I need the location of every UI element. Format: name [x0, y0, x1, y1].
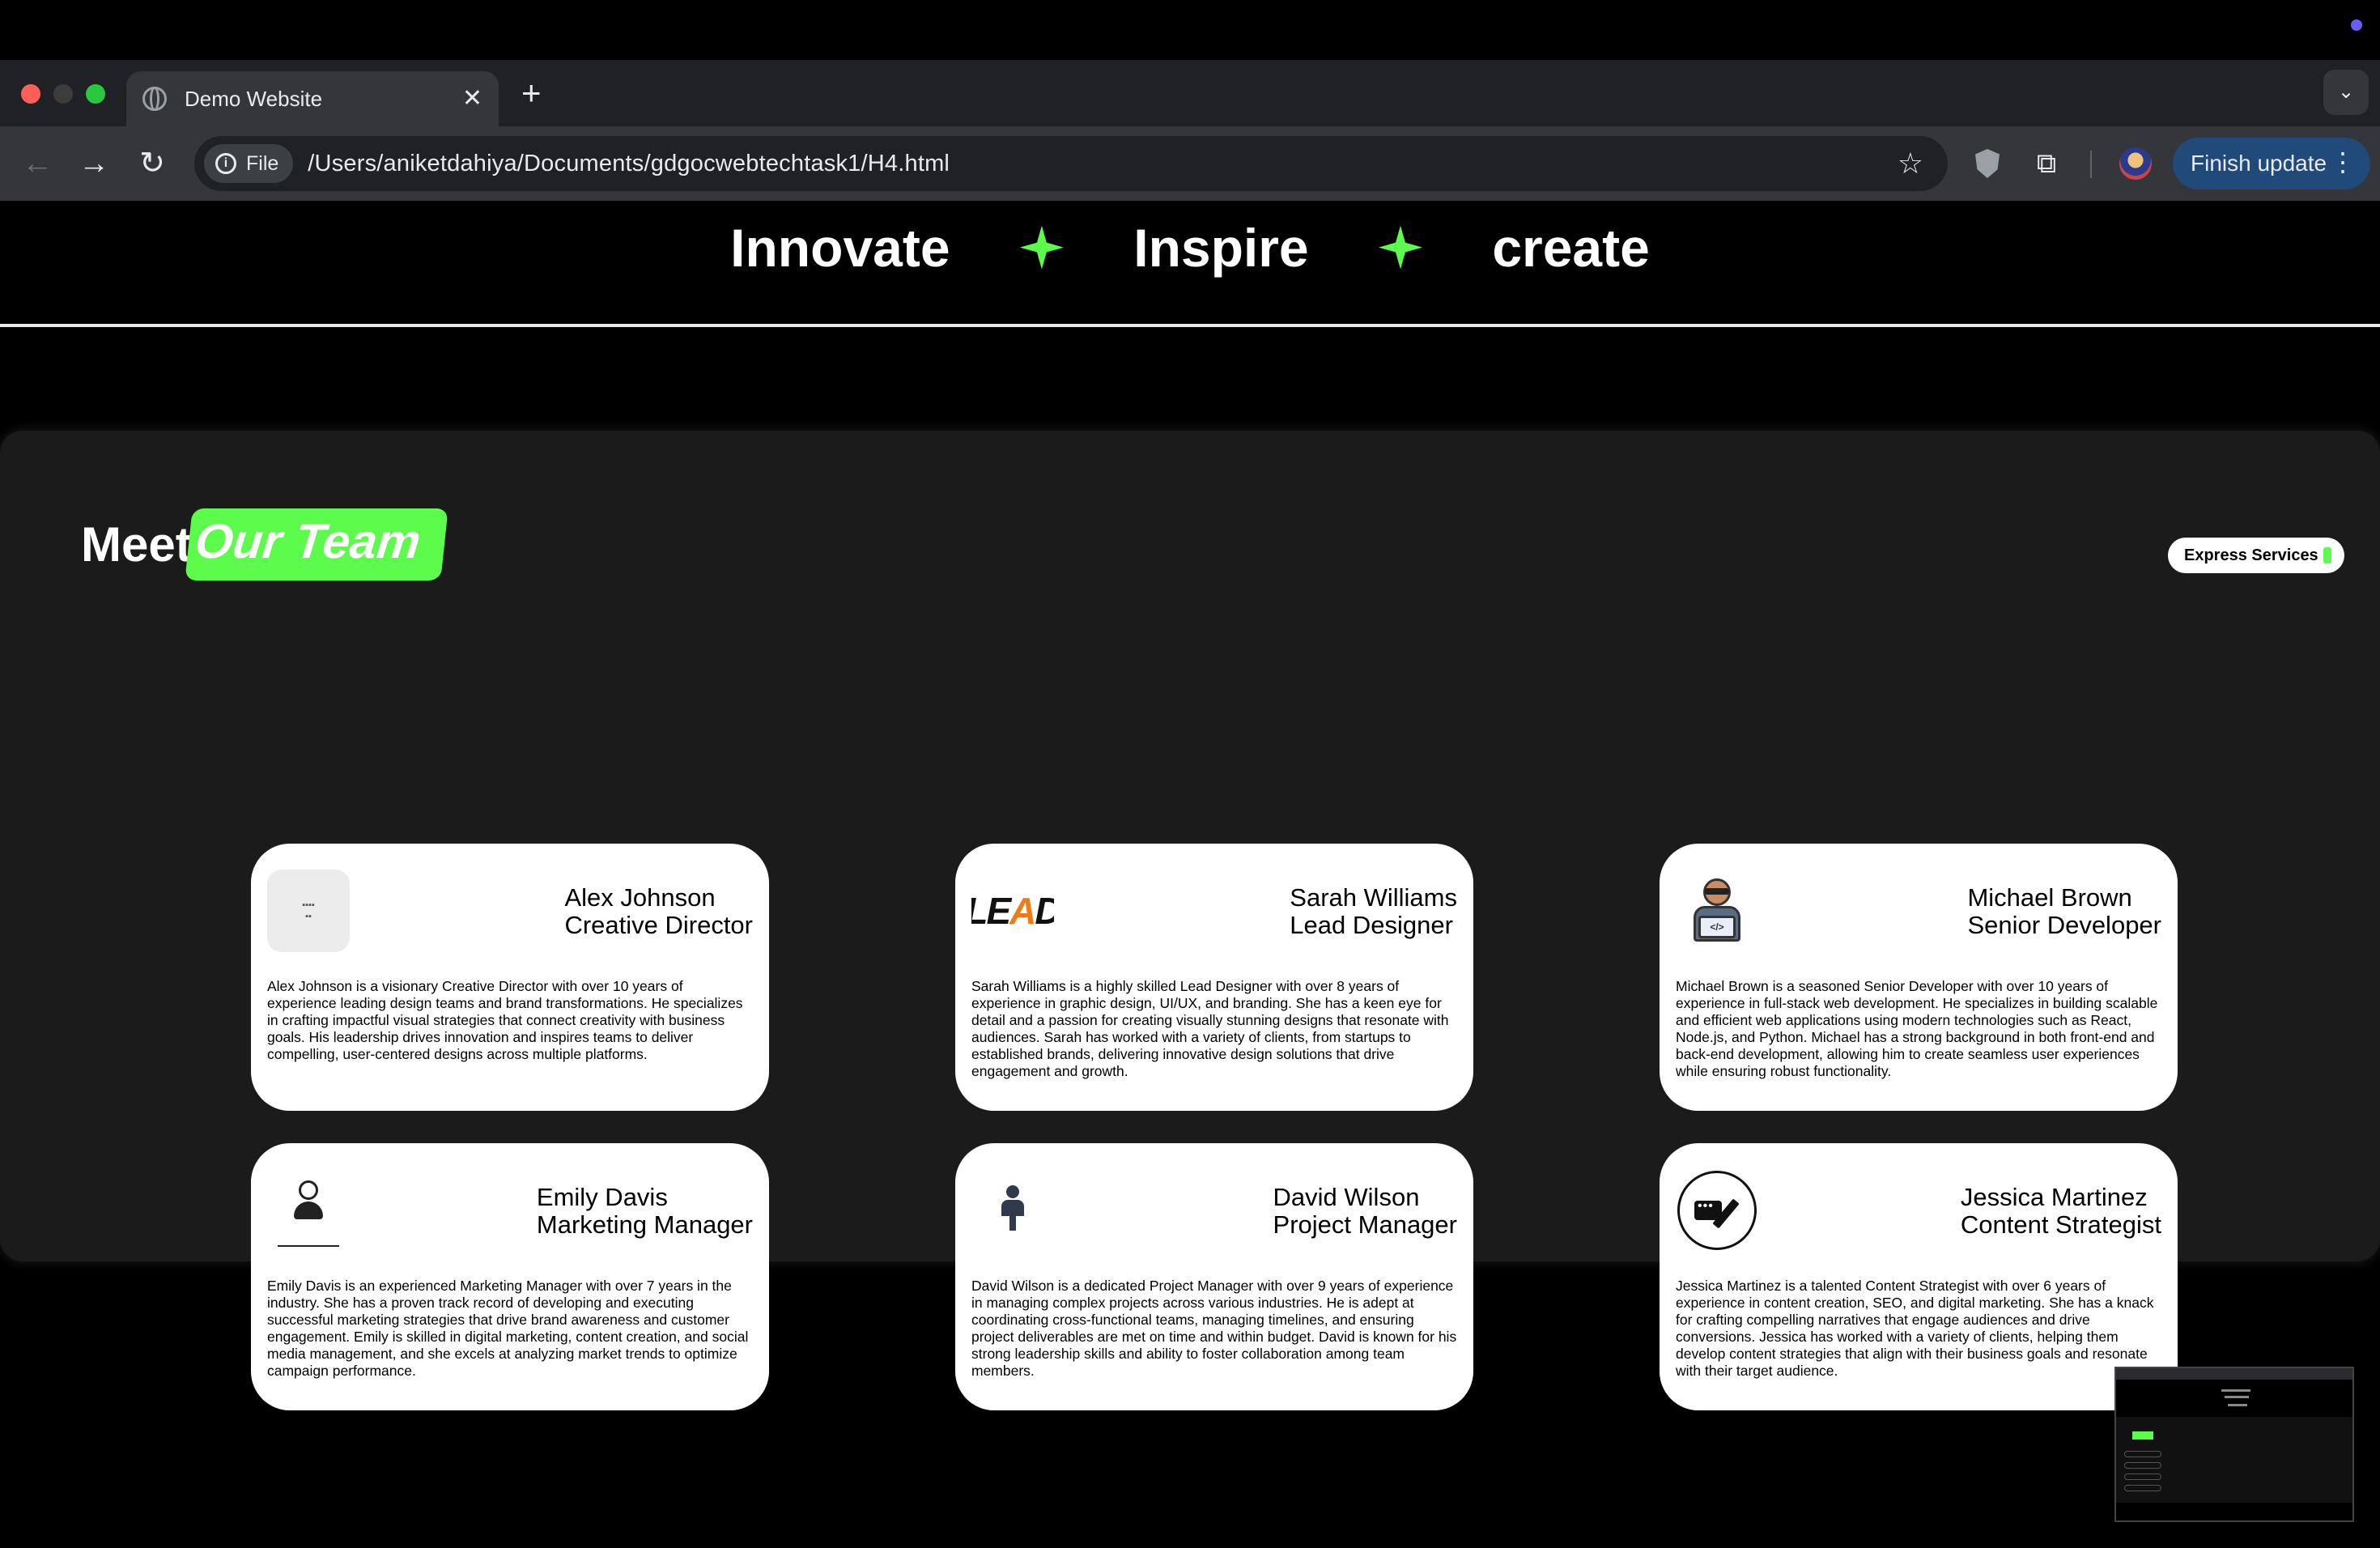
section-title: Meet Our Team	[81, 504, 448, 585]
express-services-label: Express Services	[2184, 546, 2318, 564]
team-card: David Wilson Project Manager David Wilso…	[955, 1143, 1473, 1410]
card-header: ▪▪▪▪ ▪▪ Alex Johnson Creative Director	[267, 866, 753, 980]
member-name: Michael Brown	[1967, 883, 2132, 912]
marquee-word: Innovate	[730, 217, 950, 278]
more-menu-icon[interactable]: ⋮	[2330, 146, 2356, 178]
member-role: Lead Designer	[1290, 911, 1453, 939]
reload-button[interactable]: ↻	[133, 144, 172, 183]
finish-update-label: Finish update	[2191, 151, 2327, 176]
page-content: Innovate Inspire create Meet Our Team Ex…	[0, 201, 2380, 1548]
browser-tab-bar: Demo Website ✕ + ⌄	[0, 60, 2380, 126]
star-icon[interactable]: ☆	[1898, 147, 1923, 181]
member-role: Project Manager	[1273, 1210, 1457, 1239]
member-role: Senior Developer	[1967, 911, 2161, 939]
team-card: ▪▪▪▪ ▪▪ Alex Johnson Creative Director Al…	[251, 844, 769, 1111]
tab-title: Demo Website	[185, 86, 323, 111]
info-icon: i	[215, 153, 236, 174]
lead-logo-part: D	[1035, 890, 1054, 932]
shield-icon[interactable]	[1974, 147, 2001, 180]
member-bio: Sarah Williams is a highly skilled Lead …	[971, 978, 1449, 1079]
tab-close-icon[interactable]: ✕	[462, 87, 482, 111]
team-card: Jessica Martinez Content Strategist Jess…	[1660, 1143, 2178, 1410]
marquee-banner: Innovate Inspire create	[0, 201, 2380, 327]
card-header: </> Michael Brown Senior Developer	[1676, 866, 2161, 980]
card-header: Emily Davis Marketing Manager	[267, 1166, 753, 1279]
file-chip-label: File	[246, 151, 279, 175]
team-card: LEAD Sarah Williams Lead Designer Sarah …	[955, 844, 1473, 1111]
member-name: Jessica Martinez	[1960, 1183, 2148, 1211]
lead-logo-icon: LEAD	[971, 889, 1054, 933]
title-meet: Meet	[81, 517, 192, 572]
new-tab-button[interactable]: +	[521, 76, 542, 110]
marquee-word: Inspire	[1133, 217, 1309, 278]
profile-avatar[interactable]	[2119, 147, 2152, 180]
finish-update-button[interactable]: Finish update ⋮	[2173, 138, 2370, 189]
site-info-chip[interactable]: i File	[204, 144, 294, 183]
member-role: Marketing Manager	[536, 1210, 753, 1239]
avatar	[1676, 1169, 1758, 1252]
title-our-team: Our Team	[185, 508, 448, 580]
os-top-bar	[0, 0, 2380, 60]
member-bio: Michael Brown is a seasoned Senior Devel…	[1676, 978, 2158, 1079]
member-heading: Alex Johnson Creative Director	[564, 884, 753, 939]
member-bio: David Wilson is a dedicated Project Mana…	[971, 1278, 1457, 1379]
sparkle-icon	[1378, 225, 1422, 270]
status-badge	[2323, 547, 2331, 563]
code-icon: </>	[1698, 916, 1736, 938]
sparkle-icon	[1019, 225, 1064, 270]
member-heading: David Wilson Project Manager	[1273, 1184, 1457, 1239]
express-services-button[interactable]: Express Services	[2168, 538, 2344, 573]
member-heading: Sarah Williams Lead Designer	[1290, 884, 1457, 939]
tab-demo-website[interactable]: Demo Website ✕	[126, 71, 499, 126]
member-name: Sarah Williams	[1290, 883, 1457, 912]
marketing-icon	[276, 1174, 341, 1247]
lead-logo-part: LE	[971, 890, 1011, 932]
member-name: Alex Johnson	[564, 883, 716, 912]
browser-toolbar: ← → ↻ i File /Users/aniketdahiya/Documen…	[0, 126, 2380, 201]
member-name: David Wilson	[1273, 1183, 1420, 1211]
avatar	[267, 1169, 350, 1252]
avatar	[971, 1169, 1054, 1252]
member-heading: Emily Davis Marketing Manager	[537, 1184, 753, 1239]
globe-icon	[142, 87, 167, 111]
member-name: Emily Davis	[536, 1183, 668, 1211]
url-text[interactable]: /Users/aniketdahiya/Documents/gdgocwebte…	[308, 151, 1897, 177]
team-card: Emily Davis Marketing Manager Emily Davi…	[251, 1143, 769, 1410]
marquee-word: create	[1492, 217, 1650, 278]
lead-logo-part: A	[1009, 890, 1036, 932]
forward-button[interactable]: →	[74, 144, 113, 183]
logo-icon: ▪▪▪▪ ▪▪	[302, 900, 315, 921]
maximize-window-button[interactable]	[86, 84, 105, 104]
developer-icon: </>	[1689, 878, 1745, 943]
back-button[interactable]: ←	[18, 144, 57, 183]
member-bio: Alex Johnson is a visionary Creative Dir…	[267, 978, 743, 1062]
project-manager-icon	[980, 1174, 1045, 1247]
member-bio: Jessica Martinez is a talented Content S…	[1676, 1278, 2154, 1379]
avatar: </>	[1676, 870, 1758, 952]
toolbar-divider	[2090, 151, 2092, 178]
card-header: David Wilson Project Manager	[971, 1166, 1457, 1279]
member-heading: Jessica Martinez Content Strategist	[1961, 1184, 2161, 1239]
member-role: Content Strategist	[1960, 1210, 2161, 1239]
tab-search-button[interactable]: ⌄	[2323, 70, 2369, 115]
card-header: Jessica Martinez Content Strategist	[1676, 1166, 2161, 1279]
minimize-window-button[interactable]	[53, 84, 73, 104]
member-role: Creative Director	[564, 911, 753, 939]
close-window-button[interactable]	[21, 84, 40, 104]
chat-pencil-icon	[1677, 1171, 1757, 1250]
team-card: </> Michael Brown Senior Developer Micha…	[1660, 844, 2178, 1111]
screenshot-thumbnail[interactable]	[2114, 1367, 2354, 1522]
member-heading: Michael Brown Senior Developer	[1967, 884, 2161, 939]
card-header: LEAD Sarah Williams Lead Designer	[971, 866, 1457, 980]
avatar: LEAD	[971, 870, 1054, 952]
team-section: Meet Our Team Express Services ▪▪▪▪ ▪▪ Al…	[0, 431, 2380, 1410]
address-bar[interactable]: i File /Users/aniketdahiya/Documents/gdg…	[194, 136, 1948, 191]
puzzle-icon[interactable]: ⧉	[2030, 147, 2063, 180]
status-indicator-icon	[2351, 19, 2362, 31]
avatar: ▪▪▪▪ ▪▪	[267, 870, 350, 952]
marquee-row: Innovate Inspire create	[0, 212, 2380, 279]
member-bio: Emily Davis is an experienced Marketing …	[267, 1278, 749, 1379]
